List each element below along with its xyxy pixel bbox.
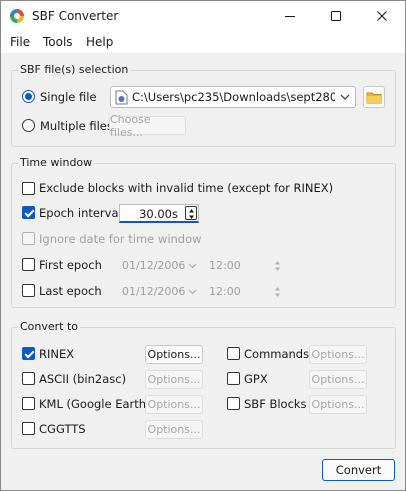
- menu-help[interactable]: Help: [86, 35, 113, 49]
- first-epoch-time-value: 12:00: [209, 259, 241, 272]
- time-window-title: Time window: [18, 156, 95, 169]
- kml-checkbox[interactable]: [22, 397, 35, 410]
- kml-options-button[interactable]: Options...: [145, 395, 203, 414]
- spin-up-down-icon: [275, 287, 280, 297]
- single-file-label: Single file: [40, 90, 97, 104]
- epoch-interval-value: 30.00s: [139, 207, 178, 221]
- folder-icon: [366, 92, 382, 103]
- last-epoch-time-value: 12:00: [209, 285, 241, 298]
- ignore-date-label: Ignore date for time window: [39, 232, 202, 246]
- sbf-selection-group: SBF file(s) selection: [11, 63, 396, 147]
- gpx-label: GPX: [244, 372, 268, 386]
- multiple-files-radio[interactable]: [22, 119, 35, 132]
- ascii-options-button[interactable]: Options...: [145, 370, 203, 389]
- spin-up-down-icon: [189, 209, 194, 219]
- sbf-blocks-checkbox[interactable]: [227, 397, 240, 410]
- multiple-files-label: Multiple files: [40, 119, 113, 133]
- convert-to-title: Convert to: [18, 320, 81, 333]
- exclude-invalid-time-checkbox[interactable]: [22, 182, 35, 195]
- cggtts-options-button[interactable]: Options...: [145, 420, 203, 439]
- chevron-down-icon: [188, 289, 197, 295]
- spin-up-down-icon: [275, 261, 280, 271]
- kml-label: KML (Google Earth): [39, 397, 151, 411]
- exclude-invalid-time-label: Exclude blocks with invalid time (except…: [39, 181, 334, 195]
- last-epoch-label: Last epoch: [39, 284, 102, 298]
- ignore-date-checkbox[interactable]: [22, 232, 35, 245]
- epoch-interval-checkbox[interactable]: [22, 206, 35, 219]
- file-path-text: C:\Users\pc235\Downloads\sept2800.23_: [132, 90, 335, 104]
- minimize-icon: [285, 16, 295, 17]
- rinex-checkbox[interactable]: [22, 347, 35, 360]
- title-bar: SBF Converter: [1, 1, 405, 31]
- first-epoch-date[interactable]: 01/12/2006: [118, 256, 200, 275]
- window-title: SBF Converter: [32, 9, 119, 23]
- file-path-combo[interactable]: C:\Users\pc235\Downloads\sept2800.23_: [110, 86, 356, 108]
- commands-options-button[interactable]: Options...: [309, 345, 367, 364]
- menu-bar: File Tools Help: [1, 31, 405, 53]
- menu-tools[interactable]: Tools: [43, 35, 73, 49]
- last-epoch-date[interactable]: 01/12/2006: [118, 282, 200, 301]
- first-epoch-time[interactable]: 12:00: [205, 256, 285, 275]
- convert-button[interactable]: Convert: [322, 459, 395, 481]
- single-file-radio[interactable]: [22, 90, 35, 103]
- menu-file[interactable]: File: [10, 35, 30, 49]
- last-epoch-checkbox[interactable]: [22, 284, 35, 297]
- sbf-blocks-label: SBF Blocks: [244, 397, 307, 411]
- close-button[interactable]: [359, 1, 405, 31]
- chevron-down-icon: [188, 263, 197, 269]
- commands-label: Commands: [244, 347, 310, 361]
- commands-checkbox[interactable]: [227, 347, 240, 360]
- sbf-converter-window: SBF Converter File Tools Help SBF file(s…: [0, 0, 406, 491]
- spin-arrows[interactable]: [185, 206, 197, 220]
- cggtts-checkbox[interactable]: [22, 422, 35, 435]
- maximize-icon: [331, 11, 341, 21]
- minimize-button[interactable]: [267, 1, 313, 31]
- first-epoch-label: First epoch: [39, 258, 102, 272]
- app-icon: [10, 9, 24, 23]
- gpx-options-button[interactable]: Options...: [309, 370, 367, 389]
- first-epoch-date-value: 01/12/2006: [122, 259, 186, 272]
- cggtts-label: CGGTTS: [39, 422, 86, 436]
- browse-folder-button[interactable]: [363, 86, 385, 108]
- sbf-selection-title: SBF file(s) selection: [18, 63, 131, 76]
- sbf-blocks-options-button[interactable]: Options...: [309, 395, 367, 414]
- ascii-checkbox[interactable]: [22, 372, 35, 385]
- maximize-button[interactable]: [313, 1, 359, 31]
- ascii-label: ASCII (bin2asc): [39, 372, 127, 386]
- epoch-interval-label: Epoch interval: [39, 206, 122, 220]
- chevron-down-icon: [340, 94, 350, 100]
- epoch-interval-spinbox[interactable]: 30.00s: [119, 204, 199, 223]
- last-epoch-time[interactable]: 12:00: [205, 282, 285, 301]
- choose-files-button[interactable]: Choose files...: [109, 113, 186, 139]
- gpx-checkbox[interactable]: [227, 372, 240, 385]
- rinex-label: RINEX: [39, 347, 75, 361]
- file-icon: [115, 90, 128, 105]
- rinex-options-button[interactable]: Options...: [145, 345, 203, 364]
- last-epoch-date-value: 01/12/2006: [122, 285, 186, 298]
- close-icon: [377, 11, 387, 21]
- first-epoch-checkbox[interactable]: [22, 258, 35, 271]
